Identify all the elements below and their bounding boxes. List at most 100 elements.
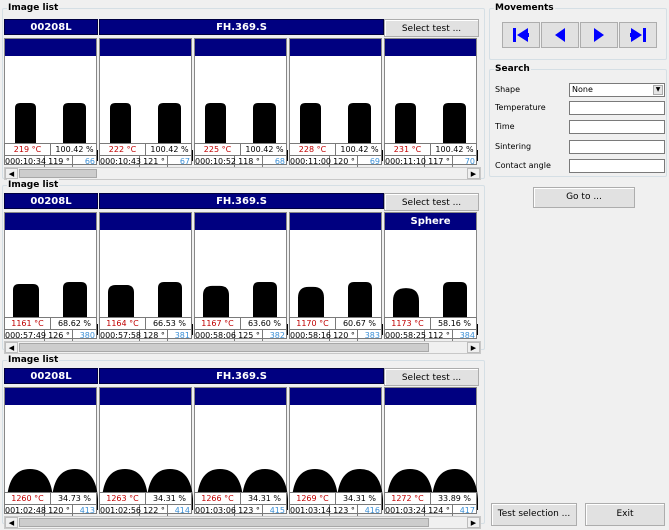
- next-button[interactable]: [580, 22, 618, 48]
- shape-band: [100, 388, 191, 405]
- shape-band: [385, 388, 476, 405]
- info-row-2: 000:10:52 118 ° 68: [195, 155, 286, 167]
- image-list-title: Image list: [7, 179, 60, 191]
- horizontal-scrollbar[interactable]: ◀ ▶: [4, 341, 481, 354]
- info-row-1: 225 °C 100.42 %: [195, 144, 286, 155]
- angle-value: 121 °: [141, 156, 168, 167]
- time-value: 000:58:16: [290, 330, 332, 341]
- time-field[interactable]: [569, 120, 665, 134]
- last-icon: [630, 28, 646, 42]
- scroll-left-icon[interactable]: ◀: [5, 342, 18, 353]
- select-test-button[interactable]: Select test ...: [384, 193, 479, 211]
- time-value: 000:58:25: [385, 330, 427, 341]
- temperature-value: 1260 °C: [5, 493, 51, 504]
- scroll-left-icon[interactable]: ◀: [5, 517, 18, 528]
- angle-value: 120 °: [331, 156, 358, 167]
- percent-value: 60.67 %: [342, 319, 377, 328]
- select-test-button[interactable]: Select test ...: [384, 19, 479, 37]
- scroll-thumb[interactable]: [19, 343, 429, 352]
- image-list-panel-3: 00208L FH.369.S Select test ... 1260 °C 34.7…: [4, 368, 481, 529]
- temperature-value: 1173 °C: [385, 318, 431, 329]
- chevron-down-icon[interactable]: ▼: [653, 85, 663, 95]
- scroll-right-icon[interactable]: ▶: [467, 517, 480, 528]
- info-row-2: 001:03:06 123 ° 415: [195, 504, 286, 516]
- first-button[interactable]: [502, 22, 540, 48]
- info-row-1: 1263 °C 34.31 %: [100, 493, 191, 504]
- scroll-thumb[interactable]: [19, 169, 97, 178]
- scroll-thumb[interactable]: [19, 518, 429, 527]
- scroll-left-icon[interactable]: ◀: [5, 168, 18, 179]
- time-value: 000:10:52: [195, 156, 237, 167]
- info-row-1: 1161 °C 68.62 %: [5, 318, 96, 329]
- info-row-2: 000:57:58 128 ° 381: [100, 329, 191, 341]
- angle-value: 117 °: [426, 156, 453, 167]
- test-name-header: FH.369.S: [99, 368, 384, 384]
- previous-button[interactable]: [541, 22, 579, 48]
- image-index-value: 417: [459, 506, 475, 515]
- exit-button[interactable]: Exit: [585, 503, 665, 526]
- next-icon: [594, 28, 604, 42]
- thumbnail-info: 1173 °C 58.16 % 000:58:25 112 ° 384: [384, 317, 477, 341]
- angle-value: 112 °: [426, 330, 453, 341]
- shape-band: Sphere: [385, 213, 476, 230]
- angle-value: 123 °: [331, 505, 358, 516]
- info-row-1: 222 °C 100.42 %: [100, 144, 191, 155]
- scroll-right-icon[interactable]: ▶: [467, 168, 480, 179]
- image-index-value: 382: [269, 331, 285, 340]
- time-value: 000:11:00: [290, 156, 332, 167]
- shape-band: [290, 213, 381, 230]
- image-list-panel-2: 00208L FH.369.S Select test ... Sphere 1161 …: [4, 193, 481, 354]
- image-index-value: 384: [459, 331, 475, 340]
- select-test-button[interactable]: Select test ...: [384, 368, 479, 386]
- thumbnail-info: 1170 °C 60.67 % 000:58:16 120 ° 383: [289, 317, 382, 341]
- temperature-value: 225 °C: [195, 144, 241, 155]
- info-row-1: 1170 °C 60.67 %: [290, 318, 381, 329]
- time-value: 000:57:58: [100, 330, 142, 341]
- first-icon: [513, 28, 529, 42]
- time-value: 001:03:14: [290, 505, 332, 516]
- percent-value: 34.73 %: [57, 494, 92, 503]
- test-name-header: FH.369.S: [99, 193, 384, 209]
- goto-button[interactable]: Go to ...: [533, 187, 635, 208]
- percent-value: 100.42 %: [150, 145, 189, 154]
- horizontal-scrollbar[interactable]: ◀ ▶: [4, 167, 481, 180]
- thumbnail-info: 1263 °C 34.31 % 001:02:56 122 ° 414: [99, 492, 192, 516]
- temperature-field[interactable]: [569, 101, 665, 115]
- angle-value: 120 °: [46, 505, 73, 516]
- image-index-value: 70: [464, 157, 475, 166]
- time-value: 000:10:43: [100, 156, 142, 167]
- thumbnail-info: 219 °C 100.42 % 000:10:34 119 ° 66: [4, 143, 97, 167]
- angle-value: 123 °: [236, 505, 263, 516]
- temperature-value: 1161 °C: [5, 318, 51, 329]
- scroll-right-icon[interactable]: ▶: [467, 342, 480, 353]
- info-row-1: 228 °C 100.42 %: [290, 144, 381, 155]
- time-value: 001:02:48: [5, 505, 47, 516]
- image-index-value: 67: [179, 157, 190, 166]
- shape-select[interactable]: None ▼: [569, 83, 665, 97]
- shape-band: [290, 39, 381, 56]
- horizontal-scrollbar[interactable]: ◀ ▶: [4, 516, 481, 529]
- temperature-value: 1272 °C: [385, 493, 431, 504]
- thumbnail-info: 1260 °C 34.73 % 001:02:48 120 ° 413: [4, 492, 97, 516]
- percent-value: 66.53 %: [152, 319, 187, 328]
- angle-value: 126 °: [46, 330, 73, 341]
- thumbnail-info: 1269 °C 34.31 % 001:03:14 123 ° 416: [289, 492, 382, 516]
- previous-icon: [555, 28, 565, 42]
- shape-select-value: None: [572, 85, 593, 94]
- thumbnail-info: 1161 °C 68.62 % 000:57:49 126 ° 380: [4, 317, 97, 341]
- shape-band: [5, 213, 96, 230]
- info-row-1: 1164 °C 66.53 %: [100, 318, 191, 329]
- info-row-1: 1266 °C 34.31 %: [195, 493, 286, 504]
- last-button[interactable]: [619, 22, 657, 48]
- info-row-1: 1260 °C 34.73 %: [5, 493, 96, 504]
- contact-angle-field[interactable]: [569, 159, 665, 173]
- test-selection-button[interactable]: Test selection ...: [491, 503, 577, 526]
- info-row-1: 219 °C 100.42 %: [5, 144, 96, 155]
- temperature-value: 231 °C: [385, 144, 431, 155]
- shape-band: [5, 388, 96, 405]
- sintering-field[interactable]: [569, 140, 665, 154]
- info-row-2: 000:58:25 112 ° 384: [385, 329, 476, 341]
- temperature-value: 219 °C: [5, 144, 51, 155]
- image-index-value: 383: [364, 331, 380, 340]
- thumbnail-info: 1266 °C 34.31 % 001:03:06 123 ° 415: [194, 492, 287, 516]
